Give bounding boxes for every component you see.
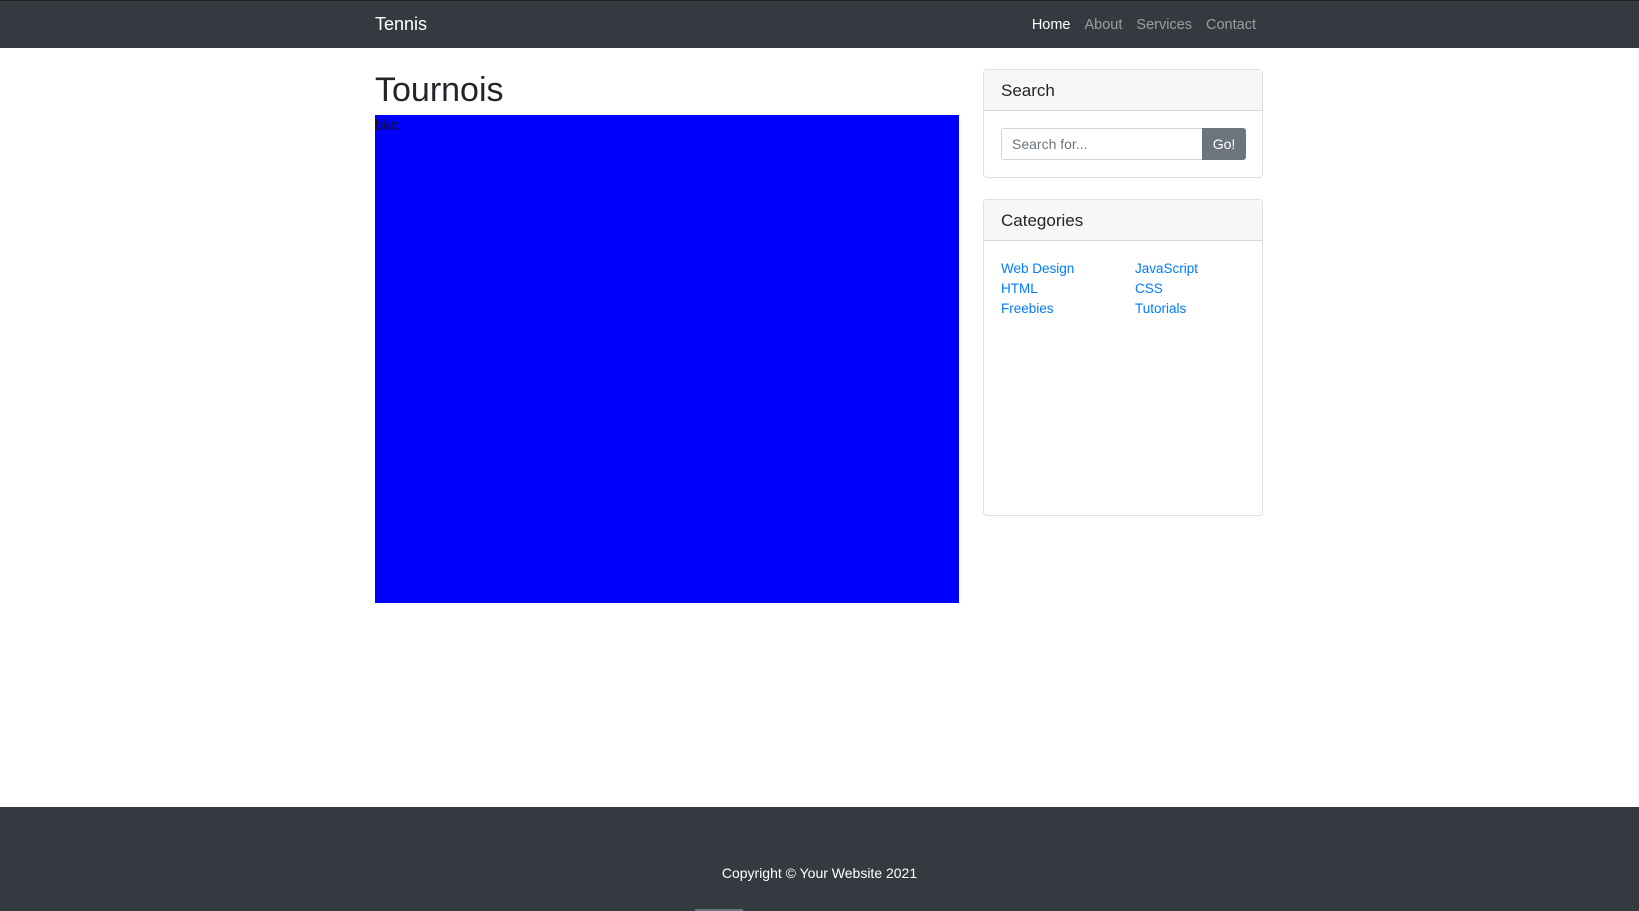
page-title: Tournois bbox=[375, 71, 504, 109]
box-text: bkc bbox=[375, 117, 399, 134]
search-widget: Search Go! bbox=[983, 69, 1263, 178]
nav-link-about[interactable]: About bbox=[1085, 17, 1123, 33]
category-link-html[interactable]: HTML bbox=[1001, 280, 1135, 298]
category-link-tutorials[interactable]: Tutorials bbox=[1135, 300, 1255, 318]
nav-link-services[interactable]: Services bbox=[1136, 17, 1192, 33]
copyright-text: Copyright © Your Website 2021 bbox=[721, 865, 918, 881]
go-button[interactable]: Go! bbox=[1202, 128, 1246, 160]
search-input[interactable] bbox=[1001, 128, 1202, 160]
categories-widget: Categories Web Design JavaScript HTML CS… bbox=[983, 199, 1263, 516]
blue-content-box: bkc bbox=[375, 115, 959, 603]
categories-list: Web Design JavaScript HTML CSS Freebies … bbox=[1001, 260, 1255, 318]
search-widget-header: Search bbox=[984, 70, 1262, 111]
brand-link[interactable]: Tennis bbox=[375, 14, 427, 35]
category-link-freebies[interactable]: Freebies bbox=[1001, 300, 1135, 318]
category-link-css[interactable]: CSS bbox=[1135, 280, 1255, 298]
category-link-javascript[interactable]: JavaScript bbox=[1135, 260, 1255, 278]
categories-widget-header: Categories bbox=[984, 200, 1262, 241]
nav-links: Home About Services Contact bbox=[1018, 17, 1256, 33]
search-input-group: Go! bbox=[1001, 128, 1246, 160]
nav-link-contact[interactable]: Contact bbox=[1206, 17, 1256, 33]
footer: Copyright © Your Website 2021 bbox=[0, 807, 1639, 911]
navbar: Tennis Home About Services Contact bbox=[0, 0, 1639, 48]
category-link-web-design[interactable]: Web Design bbox=[1001, 260, 1135, 278]
nav-link-home[interactable]: Home bbox=[1032, 17, 1071, 33]
